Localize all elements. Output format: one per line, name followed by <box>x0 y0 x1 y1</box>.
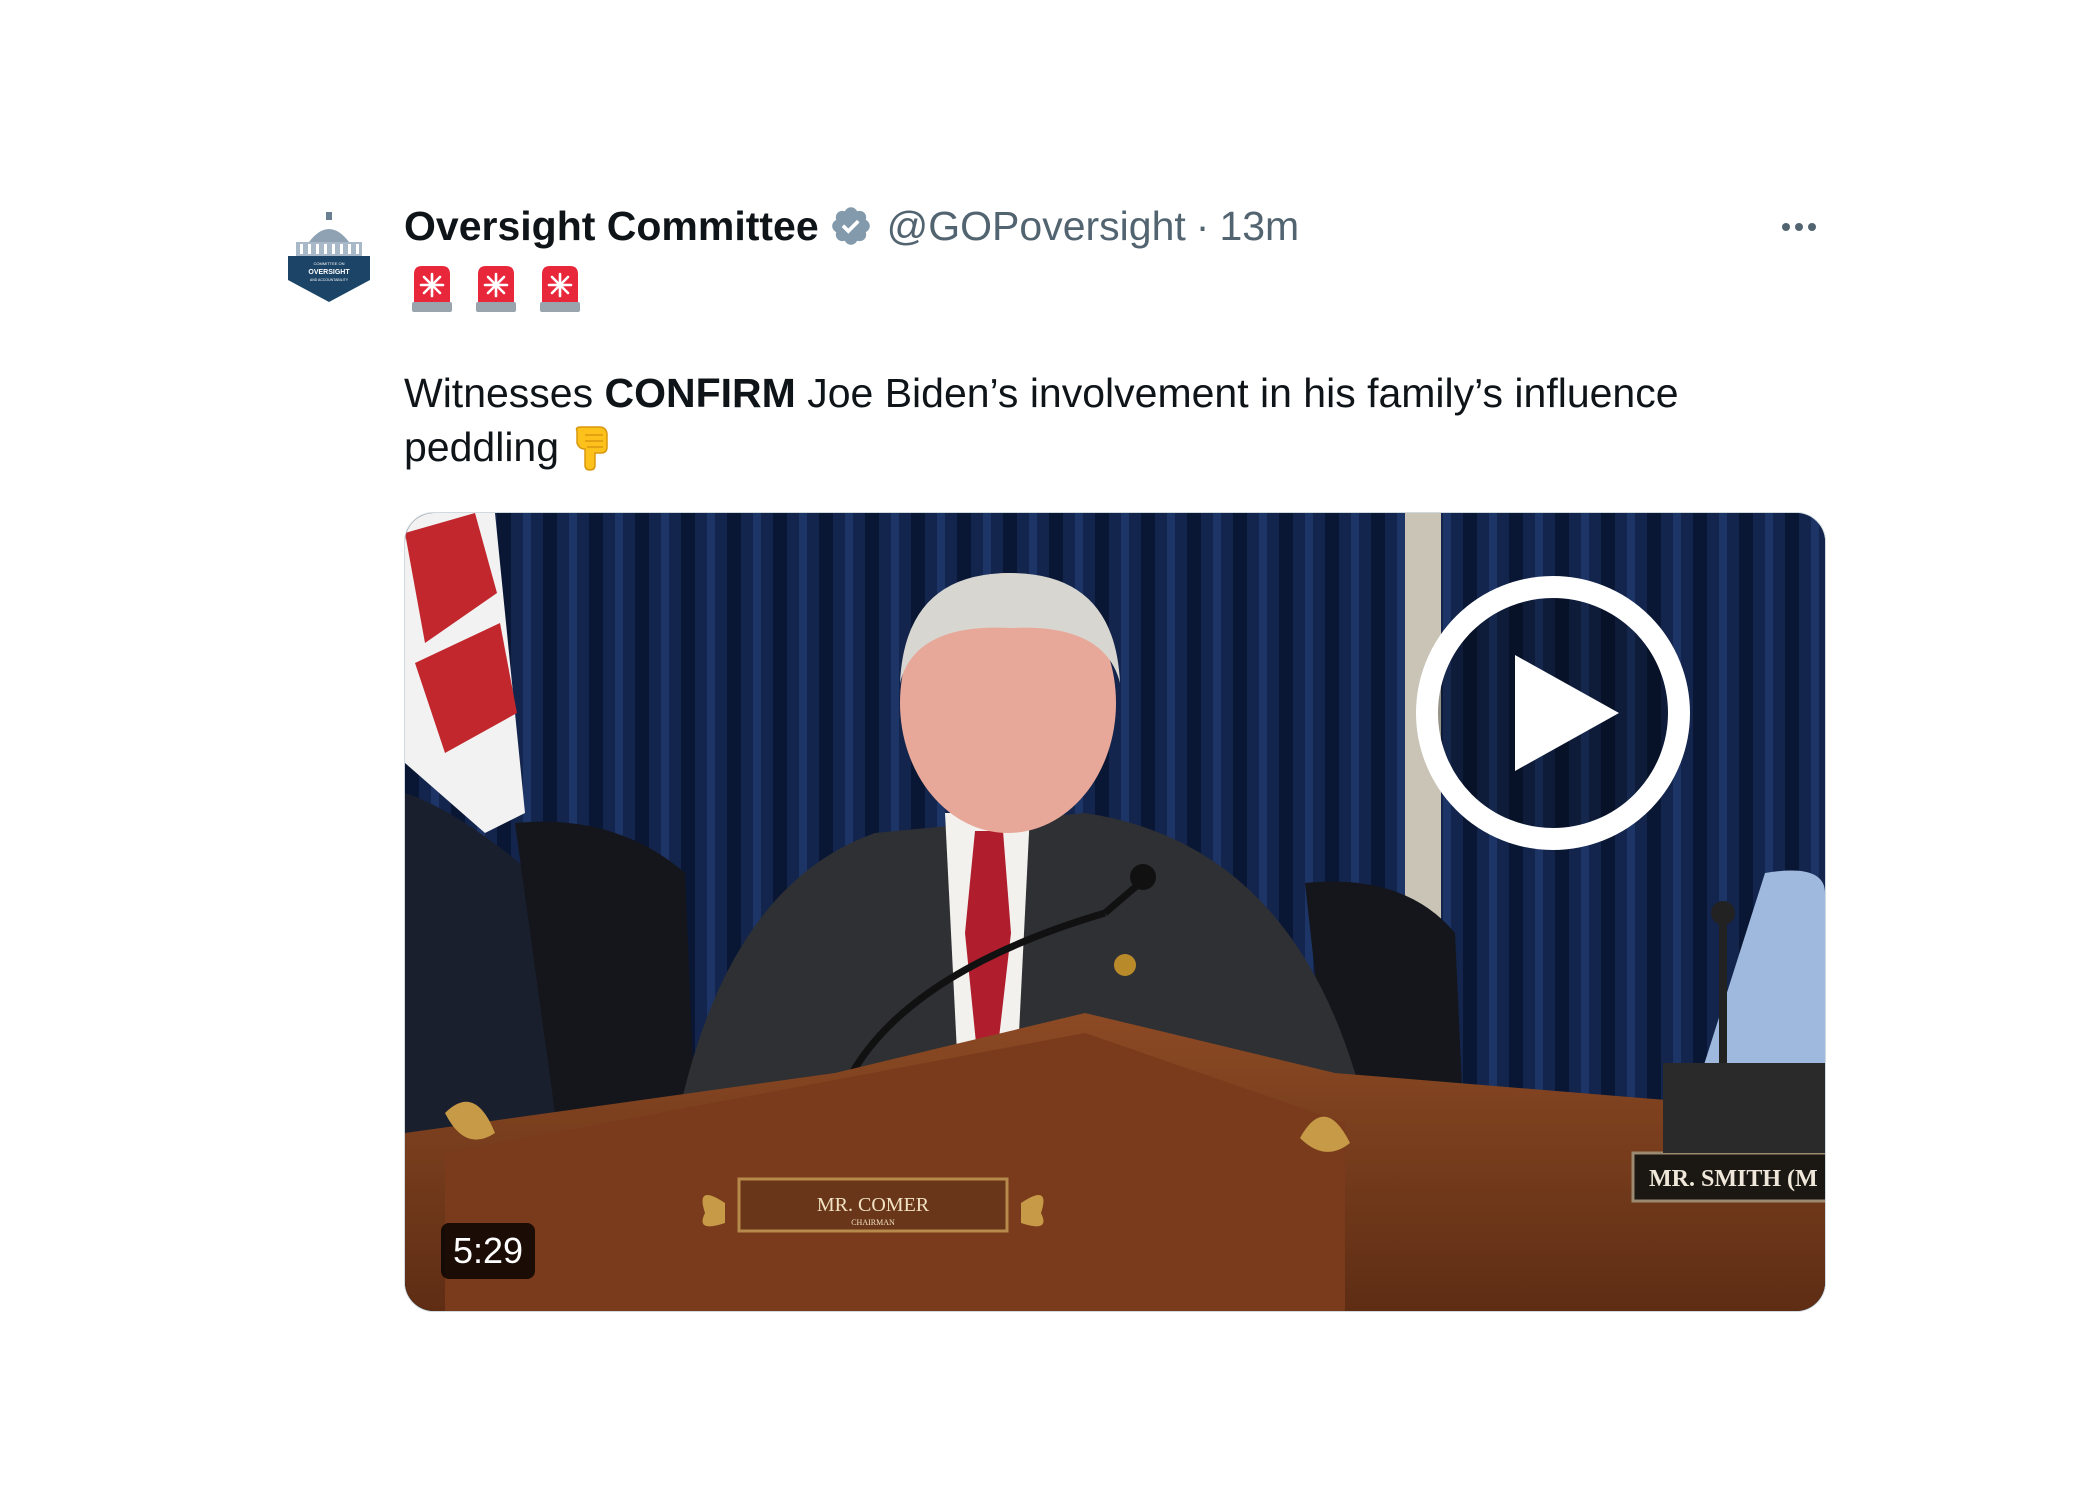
nameplate-right: MR. SMITH (M <box>1649 1166 1818 1192</box>
tweet-text-bold: CONFIRM <box>604 370 796 416</box>
tweet-header: Oversight Committee @GOPoversight · 13m <box>404 196 1299 256</box>
timestamp[interactable]: 13m <box>1219 203 1299 250</box>
display-name[interactable]: Oversight Committee <box>404 203 819 250</box>
nameplate-center-sub: CHAIRMAN <box>851 1218 895 1227</box>
avatar[interactable]: COMMITTEE ON OVERSIGHT AND ACCOUNTABILIT… <box>274 198 384 308</box>
tweet-text: Witnesses CONFIRM Joe Biden’s involvemen… <box>404 366 1824 474</box>
verified-badge-icon[interactable] <box>829 204 873 248</box>
play-icon[interactable] <box>1413 573 1693 853</box>
tweet-text-part1: Witnesses <box>404 370 605 416</box>
handle[interactable]: @GOPoversight <box>887 203 1186 250</box>
emoji-line <box>406 262 586 314</box>
avatar-label-bottom: AND ACCOUNTABILITY <box>310 278 349 282</box>
video-player[interactable]: MR. COMER CHAIRMAN MR. SMITH (M 5:29 <box>404 512 1826 1312</box>
police-siren-icon <box>540 266 580 312</box>
video-duration: 5:29 <box>441 1223 536 1279</box>
backhand-index-pointing-down-icon <box>575 426 608 471</box>
separator-dot: · <box>1195 202 1210 249</box>
oversight-logo-icon: COMMITTEE ON OVERSIGHT AND ACCOUNTABILIT… <box>274 198 384 308</box>
nameplate-center: MR. COMER <box>817 1194 930 1216</box>
more-options-icon[interactable] <box>1772 200 1826 254</box>
avatar-label-top: COMMITTEE ON <box>313 261 344 266</box>
tweet[interactable]: COMMITTEE ON OVERSIGHT AND ACCOUNTABILIT… <box>0 0 2100 1500</box>
police-siren-icon <box>476 266 516 312</box>
avatar-label-main: OVERSIGHT <box>308 269 350 276</box>
police-siren-icon <box>412 266 452 312</box>
